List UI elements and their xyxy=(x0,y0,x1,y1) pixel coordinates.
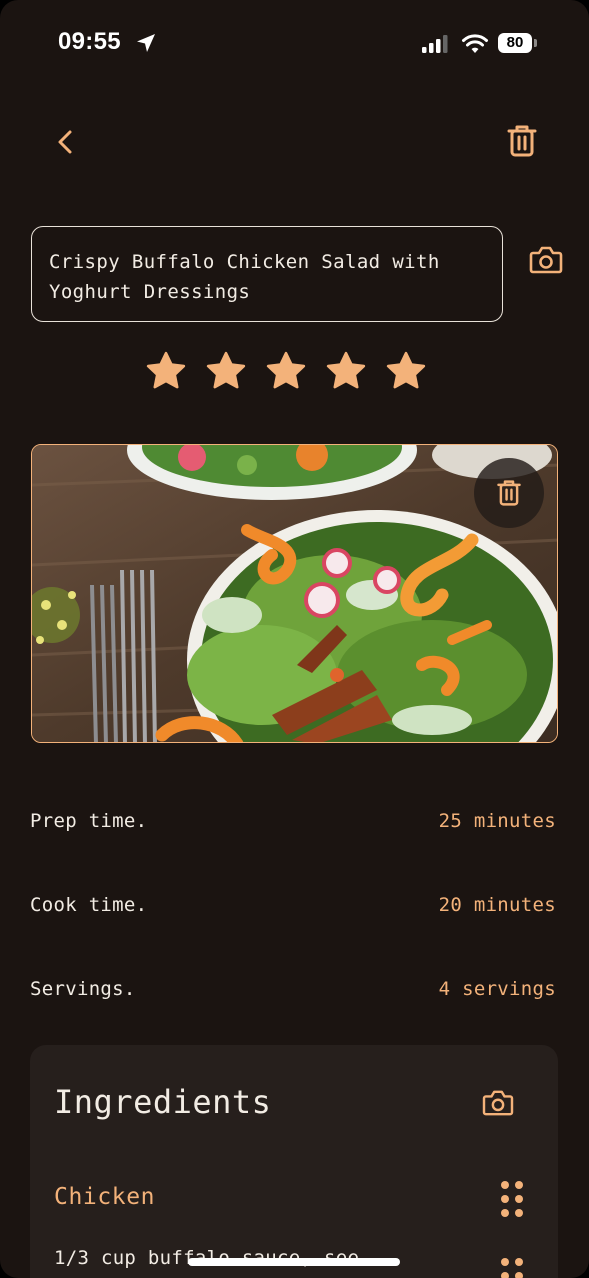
rating-stars xyxy=(145,350,435,400)
camera-icon[interactable] xyxy=(482,1089,514,1117)
drag-handle-icon[interactable] xyxy=(501,1181,523,1217)
ingredient-section-label[interactable]: Chicken xyxy=(54,1184,155,1210)
star-icon[interactable] xyxy=(205,350,247,392)
trash-icon[interactable] xyxy=(506,124,538,158)
star-icon[interactable] xyxy=(325,350,367,392)
ingredients-heading: Ingredients xyxy=(54,1083,272,1121)
wifi-icon xyxy=(462,34,488,53)
prep-time-value[interactable]: 25 minutes xyxy=(439,810,556,832)
battery-indicator: 80 xyxy=(498,33,532,53)
camera-icon[interactable] xyxy=(529,245,563,275)
cellular-signal-icon xyxy=(422,35,448,53)
battery-nub xyxy=(534,39,537,47)
back-chevron-icon[interactable] xyxy=(52,128,80,156)
star-icon[interactable] xyxy=(145,350,187,392)
home-indicator xyxy=(188,1258,400,1266)
cook-time-label: Cook time. xyxy=(30,894,148,916)
servings-label: Servings. xyxy=(30,978,136,1000)
status-time: 09:55 xyxy=(58,28,121,55)
trash-icon xyxy=(497,480,521,506)
drag-handle-icon[interactable] xyxy=(501,1258,523,1278)
ingredients-card xyxy=(30,1045,558,1278)
photo-delete-button[interactable] xyxy=(474,458,544,528)
prep-time-label: Prep time. xyxy=(30,810,148,832)
cook-time-value[interactable]: 20 minutes xyxy=(439,894,556,916)
recipe-title-input[interactable]: Crispy Buffalo Chicken Salad with Yoghur… xyxy=(31,226,503,322)
servings-value[interactable]: 4 servings xyxy=(439,978,556,1000)
star-icon[interactable] xyxy=(265,350,307,392)
star-icon[interactable] xyxy=(385,350,427,392)
recipe-screen: 09:55 80 Crispy Buffalo Chicken Salad wi… xyxy=(0,0,589,1278)
location-arrow-icon xyxy=(137,34,155,52)
